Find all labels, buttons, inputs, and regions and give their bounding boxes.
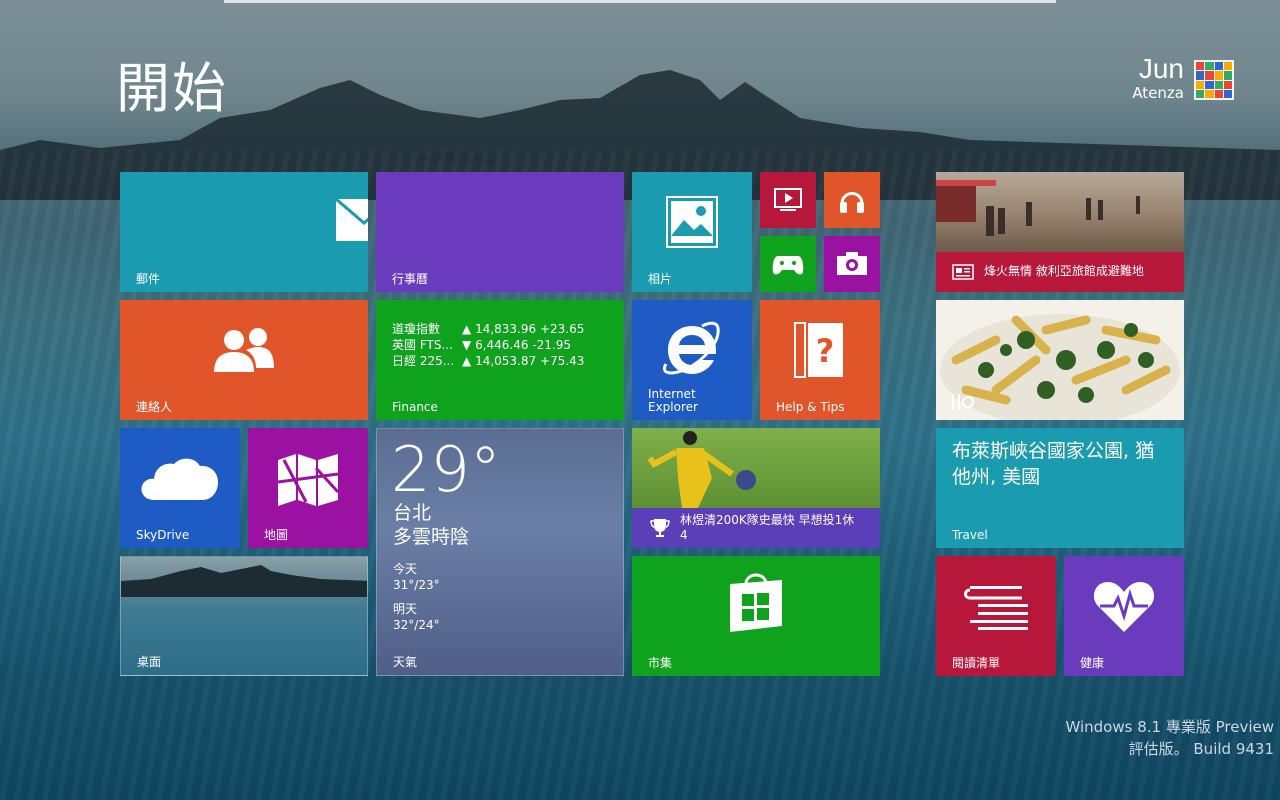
tile-video[interactable] xyxy=(760,172,816,228)
tile-label: Internet Explorer xyxy=(648,387,698,414)
photo-icon xyxy=(666,196,718,248)
user-last-name: Atenza xyxy=(1132,84,1184,102)
tile-label: SkyDrive xyxy=(136,528,190,542)
game-controller-icon xyxy=(772,256,804,275)
top-edge-bar xyxy=(224,0,1056,3)
tile-calendar[interactable]: 行事曆 xyxy=(376,172,624,292)
tile-camera[interactable] xyxy=(824,236,880,292)
tile-finance[interactable]: 道瓊指數 ▲ 14,833.96 +23.65 英國 FTS... ▼ 6,446.… xyxy=(376,300,624,420)
tile-food[interactable] xyxy=(936,300,1184,420)
build-watermark: Windows 8.1 專業版 Preview 評估版。 Build 9431 xyxy=(1065,716,1274,760)
user-avatar[interactable] xyxy=(1194,60,1234,100)
help-book-icon: ? xyxy=(794,322,843,378)
baseball-player-image xyxy=(647,431,756,508)
finance-row: 日經 225... ▲ 14,053.87 +75.43 xyxy=(392,354,585,368)
tile-photos[interactable]: 相片 xyxy=(632,172,752,292)
tile-reading-list[interactable]: 閱讀清單 xyxy=(936,556,1056,676)
desktop-wallpaper-thumbnail xyxy=(121,565,367,597)
tile-skydrive[interactable]: SkyDrive xyxy=(120,428,240,548)
weather-today-label: 今天 xyxy=(393,562,418,576)
tile-games[interactable] xyxy=(760,236,816,292)
video-icon xyxy=(774,188,802,211)
weather-temperature: 29° xyxy=(391,433,501,506)
people-icon xyxy=(214,328,274,372)
tile-contacts[interactable]: 連絡人 xyxy=(120,300,368,420)
travel-headline: 布萊斯峽谷國家公園, 猶他州, 美國 xyxy=(952,440,1155,488)
trophy-icon xyxy=(650,519,670,537)
svg-text:?: ? xyxy=(816,332,835,370)
news-headline: 烽火無情 敘利亞旅館成避難地 xyxy=(984,264,1144,278)
user-account[interactable]: Jun Atenza xyxy=(1132,53,1184,103)
news-headline-band: 烽火無情 敘利亞旅館成避難地 xyxy=(936,252,1184,292)
weather-today-range: 31°/23° xyxy=(393,578,440,592)
tile-label: 市集 xyxy=(648,656,673,670)
tile-label: 閱讀清單 xyxy=(952,656,1001,670)
tile-label: 相片 xyxy=(648,272,673,286)
tile-label: 桌面 xyxy=(137,655,162,669)
tile-health[interactable]: 健康 xyxy=(1064,556,1184,676)
user-first-name: Jun xyxy=(1138,53,1184,84)
internet-explorer-icon xyxy=(663,321,720,375)
finance-row: 英國 FTS... ▼ 6,446.46 -21.95 xyxy=(392,338,571,352)
tile-mail[interactable]: 郵件 xyxy=(120,172,368,292)
news-street-image xyxy=(936,180,1140,236)
tile-label: 行事曆 xyxy=(392,272,429,286)
headphones-icon xyxy=(840,192,864,213)
heart-icon xyxy=(1093,582,1155,632)
tile-label: 郵件 xyxy=(136,272,161,286)
mail-icon xyxy=(336,199,368,241)
weather-tomorrow-label: 明天 xyxy=(393,602,418,616)
map-icon xyxy=(277,454,340,506)
start-title: 開始 xyxy=(116,57,228,120)
weather-condition: 多雲時陰 xyxy=(393,526,470,548)
tile-sports[interactable]: 林煜清200K隊史最快 早想投1休4 xyxy=(632,428,880,548)
tile-weather[interactable]: 29° 台北 多雲時陰 今天 31°/23° 明天 32°/24° 天氣 xyxy=(376,428,624,676)
tile-maps[interactable]: 地圖 xyxy=(248,428,368,548)
weather-tomorrow-range: 32°/24° xyxy=(393,618,440,632)
tile-help-tips[interactable]: ? Help & Tips xyxy=(760,300,880,420)
store-bag-icon xyxy=(730,573,782,632)
tile-label: 連絡人 xyxy=(136,400,173,414)
tile-label: 健康 xyxy=(1080,656,1105,670)
tile-travel[interactable]: 布萊斯峽谷國家公園, 猶他州, 美國 Travel xyxy=(936,428,1184,548)
sports-headline-band: 林煜清200K隊史最快 早想投1休4 xyxy=(632,508,880,548)
cloud-icon xyxy=(141,458,218,500)
reading-list-icon xyxy=(964,586,1028,630)
tile-internet-explorer[interactable]: Internet Explorer xyxy=(632,300,752,420)
tile-label: 天氣 xyxy=(393,655,418,669)
tile-store[interactable]: 市集 xyxy=(632,556,880,676)
tile-label: Finance xyxy=(392,400,438,414)
camera-icon xyxy=(837,252,867,275)
tile-label: Travel xyxy=(952,528,988,542)
watermark-line1: Windows 8.1 專業版 Preview xyxy=(1065,718,1274,736)
news-photo xyxy=(936,172,1184,252)
watermark-line2: 評估版。 Build 9431 xyxy=(1128,740,1274,758)
tile-label: Help & Tips xyxy=(776,400,845,414)
tile-news[interactable]: 烽火無情 敘利亞旅館成避難地 xyxy=(936,172,1184,292)
tile-desktop[interactable]: 桌面 xyxy=(120,556,368,676)
finance-row: 道瓊指數 ▲ 14,833.96 +23.65 xyxy=(392,322,585,336)
tile-label: 地圖 xyxy=(264,528,289,542)
weather-city: 台北 xyxy=(393,502,432,524)
sports-headline: 林煜清200K隊史最快 早想投1休4 xyxy=(680,513,855,542)
tile-music[interactable] xyxy=(824,172,880,228)
food-pasta-image xyxy=(940,314,1180,420)
sports-photo xyxy=(632,428,880,508)
newspaper-icon xyxy=(952,264,974,280)
